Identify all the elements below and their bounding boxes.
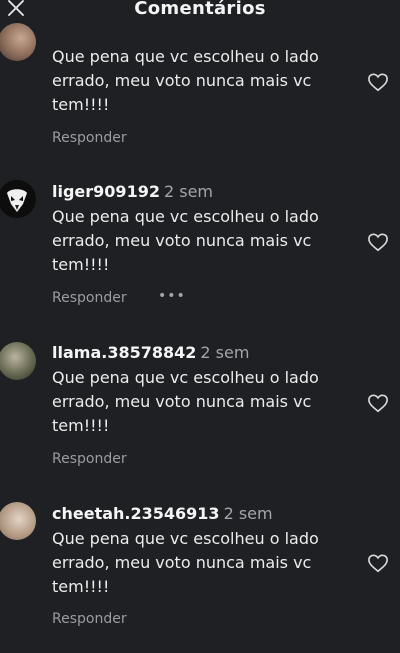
reply-button[interactable]: Responder [52,130,127,146]
heart-icon[interactable] [367,393,389,413]
comment-text: Que pena que vc escolheu o lado errado, … [52,207,319,274]
timestamp: 2 sem [200,343,250,362]
heart-icon[interactable] [367,553,389,573]
avatar[interactable] [0,23,36,61]
comment-header: liger909192 2 sem [52,182,213,201]
comment-text: Que pena que vc escolheu o lado errado, … [52,368,319,435]
avatar[interactable] [0,342,36,380]
heart-icon[interactable] [367,72,389,92]
comment-text: Que pena que vc escolheu o lado errado, … [52,529,319,596]
timestamp: 2 sem [163,182,213,201]
reply-button[interactable]: Responder [52,290,127,306]
username[interactable]: llama.38578842 [52,343,196,362]
avatar[interactable] [0,180,36,218]
heart-icon[interactable] [367,232,389,252]
reply-button[interactable]: Responder [52,451,127,467]
username[interactable]: cheetah.23546913 [52,504,220,523]
avatar-mask-image [0,180,36,218]
username[interactable]: liger909192 [52,182,160,201]
comment-header: llama.38578842 2 sem [52,343,249,362]
timestamp: 2 sem [223,504,273,523]
reply-button[interactable]: Responder [52,611,127,627]
avatar[interactable] [0,502,36,540]
comment-text: Que pena que vc escolheu o lado errado, … [52,47,319,114]
page-title: Comentários [134,0,266,19]
comments-header: Comentários [0,0,400,26]
comment-header: cheetah.23546913 2 sem [52,504,273,523]
more-options-icon[interactable]: ••• [158,288,186,304]
